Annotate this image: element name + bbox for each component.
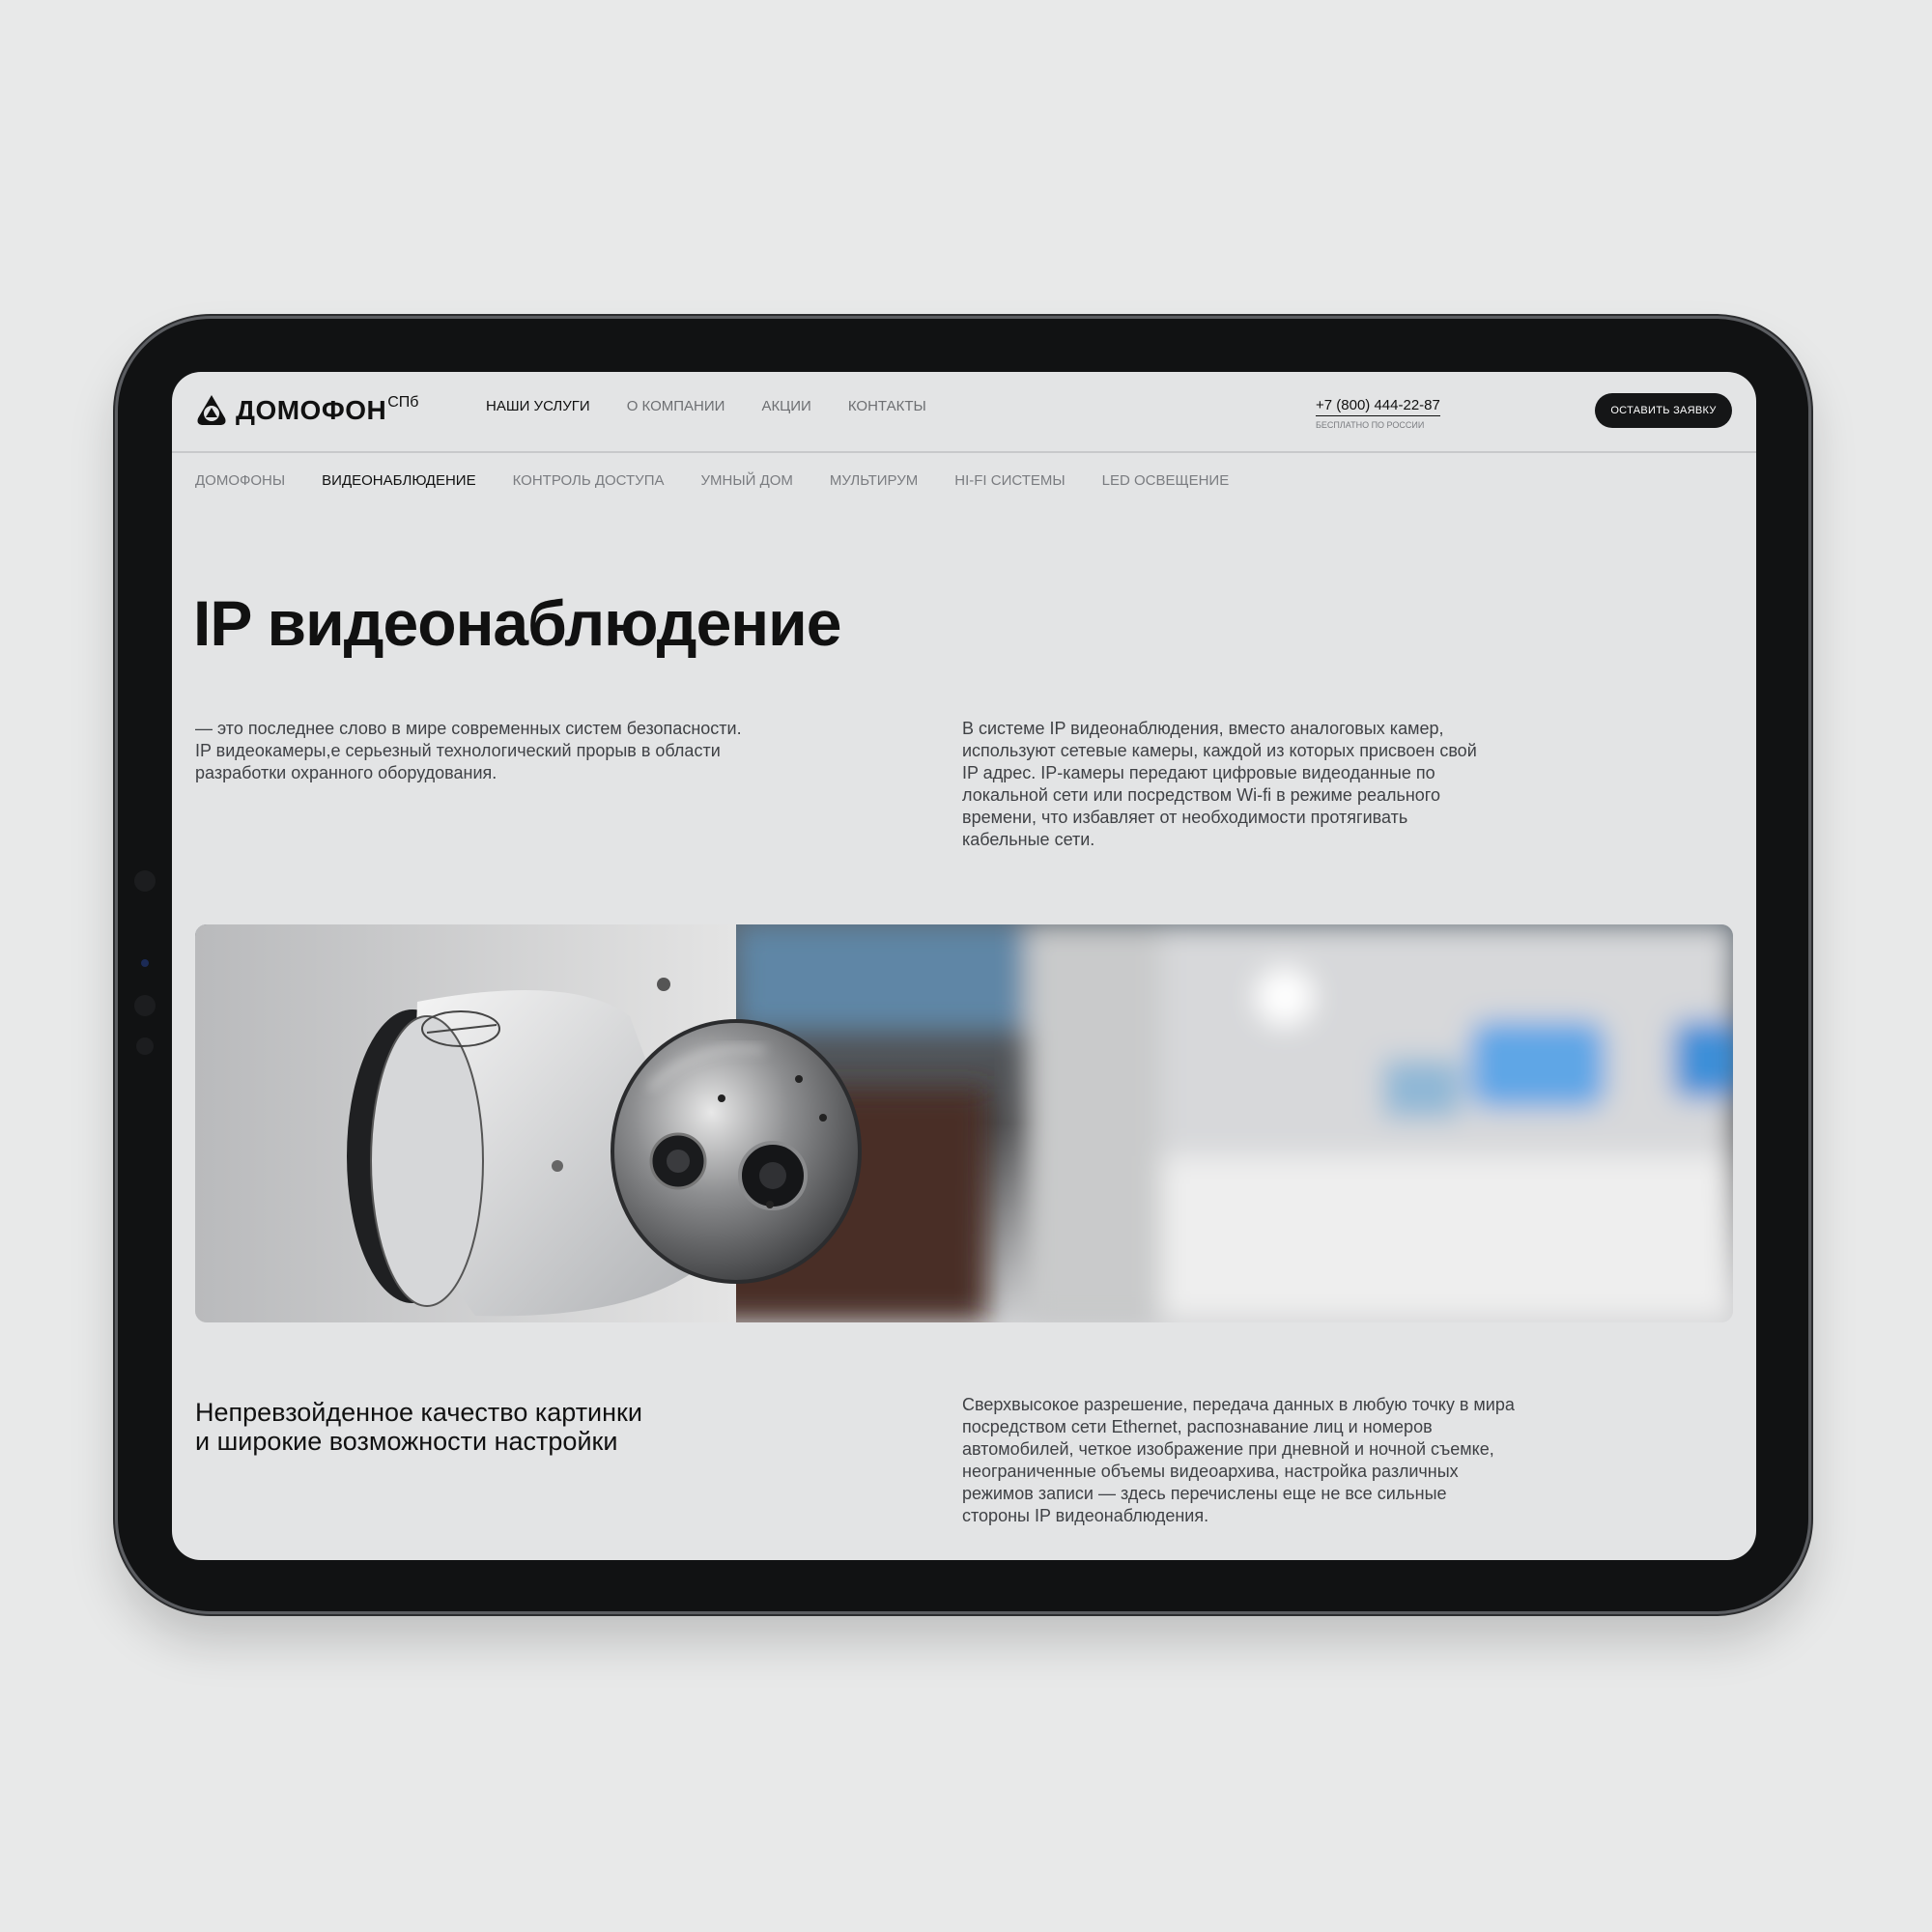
detail-text: В системе IP видеонаблюдения, вместо ана… <box>962 719 1477 849</box>
site-header: ДОМОФОН СПб НАШИ УСЛУГИ О КОМПАНИИ АКЦИИ… <box>172 372 1756 453</box>
brand-name: ДОМОФОН <box>236 395 387 425</box>
subnav-item-intercoms[interactable]: ДОМОФОНЫ <box>195 472 285 489</box>
sensor-dot <box>134 995 156 1016</box>
subnav-item-smart-home[interactable]: УМНЫЙ ДОМ <box>701 472 793 489</box>
nav-item-services[interactable]: НАШИ УСЛУГИ <box>486 398 590 414</box>
subnav-item-video-surveillance[interactable]: ВИДЕОНАБЛЮДЕНИЕ <box>322 472 475 489</box>
nav-item-about[interactable]: О КОМПАНИИ <box>627 398 725 414</box>
nav-item-promotions[interactable]: АКЦИИ <box>761 398 810 414</box>
feature-heading: Непревзойденное качество картинки и широ… <box>195 1398 642 1456</box>
page-title: IP видеонаблюдение <box>193 587 841 659</box>
services-subnav: ДОМОФОНЫ ВИДЕОНАБЛЮДЕНИЕ КОНТРОЛЬ ДОСТУП… <box>195 472 1229 489</box>
subnav-item-hifi[interactable]: HI-FI СИСТЕМЫ <box>954 472 1065 489</box>
feature-text: Сверхвысокое разрешение, передача данных… <box>962 1395 1515 1525</box>
site-logo[interactable]: ДОМОФОН СПб <box>195 393 418 428</box>
main-nav: НАШИ УСЛУГИ О КОМПАНИИ АКЦИИ КОНТАКТЫ <box>486 398 926 414</box>
subnav-item-multiroom[interactable]: МУЛЬТИРУМ <box>830 472 918 489</box>
logo-mark-icon <box>197 395 226 425</box>
camera-banner-image <box>195 924 1733 1322</box>
brand-suffix: СПб <box>387 394 419 411</box>
camera-lens <box>141 959 149 967</box>
phone-note: БЕСПЛАТНО ПО РОССИИ <box>1316 420 1425 430</box>
sensor-dot <box>136 1037 154 1055</box>
subnav-item-led[interactable]: LED ОСВЕЩЕНИЕ <box>1102 472 1230 489</box>
phone-link[interactable]: +7 (800) 444-22-87 <box>1316 397 1440 416</box>
subnav-item-access-control[interactable]: КОНТРОЛЬ ДОСТУПА <box>513 472 665 489</box>
website-screen: ДОМОФОН СПб НАШИ УСЛУГИ О КОМПАНИИ АКЦИИ… <box>172 372 1756 1560</box>
intro-text: — это последнее слово в мире современных… <box>195 719 742 782</box>
nav-item-contacts[interactable]: КОНТАКТЫ <box>848 398 926 414</box>
leave-request-button[interactable]: ОСТАВИТЬ ЗАЯВКУ <box>1595 393 1732 428</box>
sensor-dot <box>134 870 156 892</box>
phone-block: +7 (800) 444-22-87 БЕСПЛАТНО ПО РОССИИ <box>1316 397 1440 430</box>
